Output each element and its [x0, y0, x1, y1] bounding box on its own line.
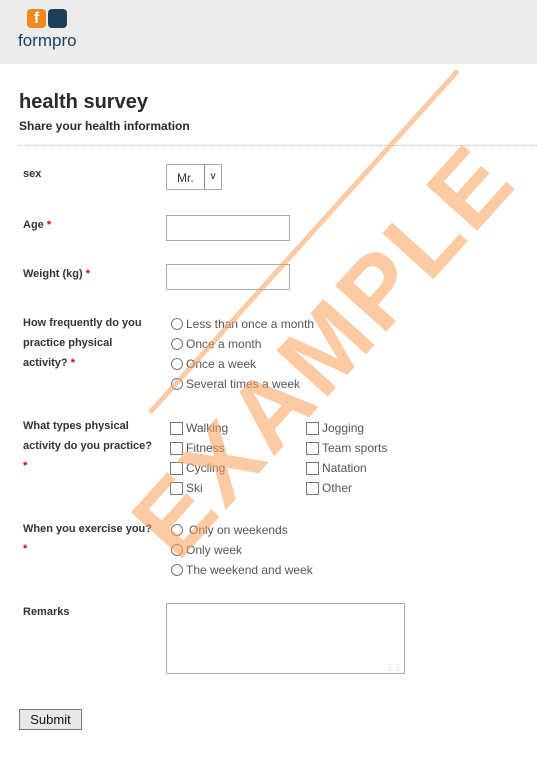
types-label: What types physical activity do you prac… [23, 416, 163, 476]
chevron-down-icon: ∨ [204, 165, 221, 189]
remarks-textarea[interactable]: ⋮⋮ [166, 603, 405, 674]
page-subtitle: Share your health information [19, 119, 190, 133]
option-label: Team sports [322, 441, 388, 455]
page-title: health survey [19, 91, 148, 113]
types-option[interactable]: Other [306, 480, 352, 496]
radio[interactable] [171, 378, 183, 390]
option-label: Other [322, 481, 353, 495]
option-label: Ski [186, 481, 203, 495]
option-label: Less than once a month [186, 317, 315, 331]
radio[interactable] [171, 318, 183, 330]
header: f formpro [0, 0, 537, 64]
frequency-option[interactable]: Several times a week [171, 376, 300, 392]
checkbox[interactable] [170, 481, 183, 495]
frequency-label-text: How frequently do you practice physical … [23, 317, 142, 369]
remarks-label: Remarks [23, 606, 70, 618]
age-input[interactable] [166, 215, 290, 241]
option-label: Only week [186, 543, 243, 557]
option-label: Once a week [186, 357, 257, 371]
radio[interactable] [171, 544, 183, 556]
option-label: Several times a week [186, 377, 301, 391]
required-mark: * [23, 543, 28, 555]
radio[interactable] [171, 358, 183, 370]
types-option[interactable]: Fitness [170, 440, 225, 456]
weight-label-text: Weight (kg) [23, 268, 83, 280]
weight-label: Weight (kg) * [23, 264, 163, 284]
when-option[interactable]: Only on weekends [171, 522, 288, 538]
types-option[interactable]: Jogging [306, 420, 364, 436]
option-label: Walking [186, 421, 229, 435]
radio[interactable] [171, 564, 183, 576]
weight-input[interactable] [166, 264, 290, 290]
option-label: The weekend and week [186, 563, 313, 577]
checkbox[interactable] [170, 421, 183, 435]
checkbox[interactable] [306, 441, 319, 455]
frequency-label: How frequently do you practice physical … [23, 313, 158, 373]
option-label: Cycling [186, 461, 226, 475]
when-option[interactable]: Only week [171, 542, 242, 558]
option-label: Only on weekends [189, 523, 288, 537]
checkbox[interactable] [170, 461, 183, 475]
checkbox[interactable] [306, 481, 319, 495]
frequency-option[interactable]: Once a month [171, 336, 261, 352]
types-option[interactable]: Ski [170, 480, 203, 496]
required-mark: * [85, 268, 91, 280]
required-mark: * [70, 357, 75, 369]
logo-icon: f [27, 9, 46, 28]
checkbox[interactable] [306, 461, 319, 475]
required-mark: * [46, 219, 52, 231]
when-label-text: When you exercise you? [23, 523, 152, 535]
frequency-option[interactable]: Once a week [171, 356, 256, 372]
sex-select[interactable]: Mr. ∨ [166, 164, 222, 190]
radio[interactable] [171, 524, 183, 536]
logo-text: formpro [18, 31, 77, 50]
option-label: Natation [322, 461, 367, 475]
required-mark: * [23, 460, 28, 472]
submit-button[interactable]: Submit [19, 709, 82, 730]
sex-label: sex [23, 168, 42, 180]
logo-square [48, 9, 67, 28]
checkbox[interactable] [306, 421, 319, 435]
types-option[interactable]: Natation [306, 460, 367, 476]
types-option[interactable]: Walking [170, 420, 228, 436]
frequency-option[interactable]: Less than once a month [171, 316, 314, 332]
logo: f [27, 9, 67, 28]
when-option[interactable]: The weekend and week [171, 562, 313, 578]
option-label: Jogging [322, 421, 365, 435]
option-label: Once a month [186, 337, 262, 351]
types-option[interactable]: Team sports [306, 440, 387, 456]
divider [19, 145, 537, 146]
option-label: Fitness [186, 441, 225, 455]
age-label-text: Age [23, 219, 44, 231]
sex-value: Mr. [177, 171, 194, 185]
resize-grip-icon[interactable]: ⋮⋮ [386, 663, 402, 672]
types-label-text: What types physical activity do you prac… [23, 420, 152, 452]
age-label: Age * [23, 215, 163, 235]
radio[interactable] [171, 338, 183, 350]
types-option[interactable]: Cycling [170, 460, 225, 476]
when-label: When you exercise you? * [23, 519, 168, 559]
checkbox[interactable] [170, 441, 183, 455]
